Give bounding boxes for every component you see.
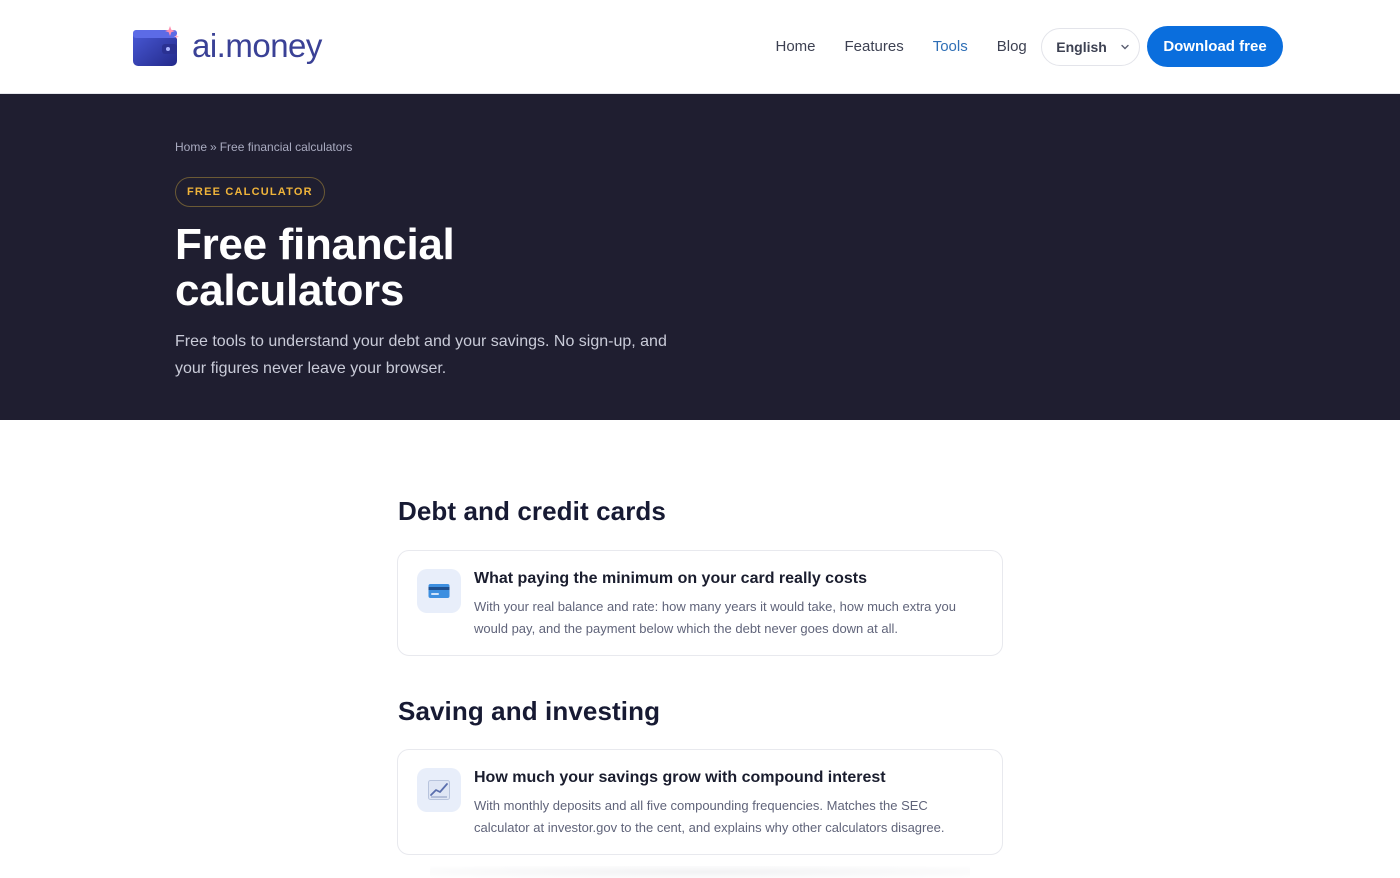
logo-text: ai.money	[192, 27, 322, 64]
breadcrumb-separator: »	[210, 140, 217, 154]
nav-features[interactable]: Features	[830, 26, 918, 68]
language-select[interactable]: English	[1041, 28, 1141, 66]
download-button[interactable]: Download free	[1147, 26, 1283, 67]
card-description: With your real balance and rate: how man…	[474, 599, 956, 636]
breadcrumb: Home» Free financial calculators	[175, 140, 352, 154]
nav-tools[interactable]: Tools	[918, 26, 982, 68]
breadcrumb-current: Free financial calculators	[219, 140, 353, 154]
section-title-debt: Debt and credit cards	[398, 496, 666, 526]
card-title: What paying the minimum on your card rea…	[474, 570, 867, 587]
card-description: With monthly deposits and all five compo…	[474, 798, 945, 835]
chart-up-icon	[417, 768, 461, 812]
section-title-saving: Saving and investing	[398, 696, 661, 726]
chevron-down-icon	[1121, 44, 1129, 50]
credit-card-icon	[417, 569, 461, 613]
page-subtitle: Free tools to understand your debt and y…	[175, 333, 667, 377]
wallet-logo-icon	[133, 26, 179, 66]
next-card-shadow	[430, 866, 970, 878]
free-calculator-badge: FREE CALCULATOR	[175, 177, 325, 207]
nav-home[interactable]: Home	[761, 26, 830, 68]
main-nav: Home Features Tools Blog English	[761, 26, 1141, 68]
logo-link[interactable]: ai.money	[132, 24, 322, 68]
card-title: How much your savings grow with compound…	[474, 769, 886, 786]
card-minimum-payment-calculator[interactable]: What paying the minimum on your card rea…	[397, 550, 1003, 656]
site-header: ai.money Home Features Tools Blog Englis…	[0, 0, 1400, 94]
hero-section: Home» Free financial calculators FREE CAL…	[0, 94, 1400, 420]
nav-blog[interactable]: Blog	[982, 26, 1041, 68]
breadcrumb-home[interactable]: Home	[175, 140, 207, 154]
language-label: English	[1056, 39, 1107, 55]
card-compound-interest-calculator[interactable]: How much your savings grow with compound…	[397, 749, 1003, 855]
page-title: Free financial calculators	[175, 220, 455, 315]
